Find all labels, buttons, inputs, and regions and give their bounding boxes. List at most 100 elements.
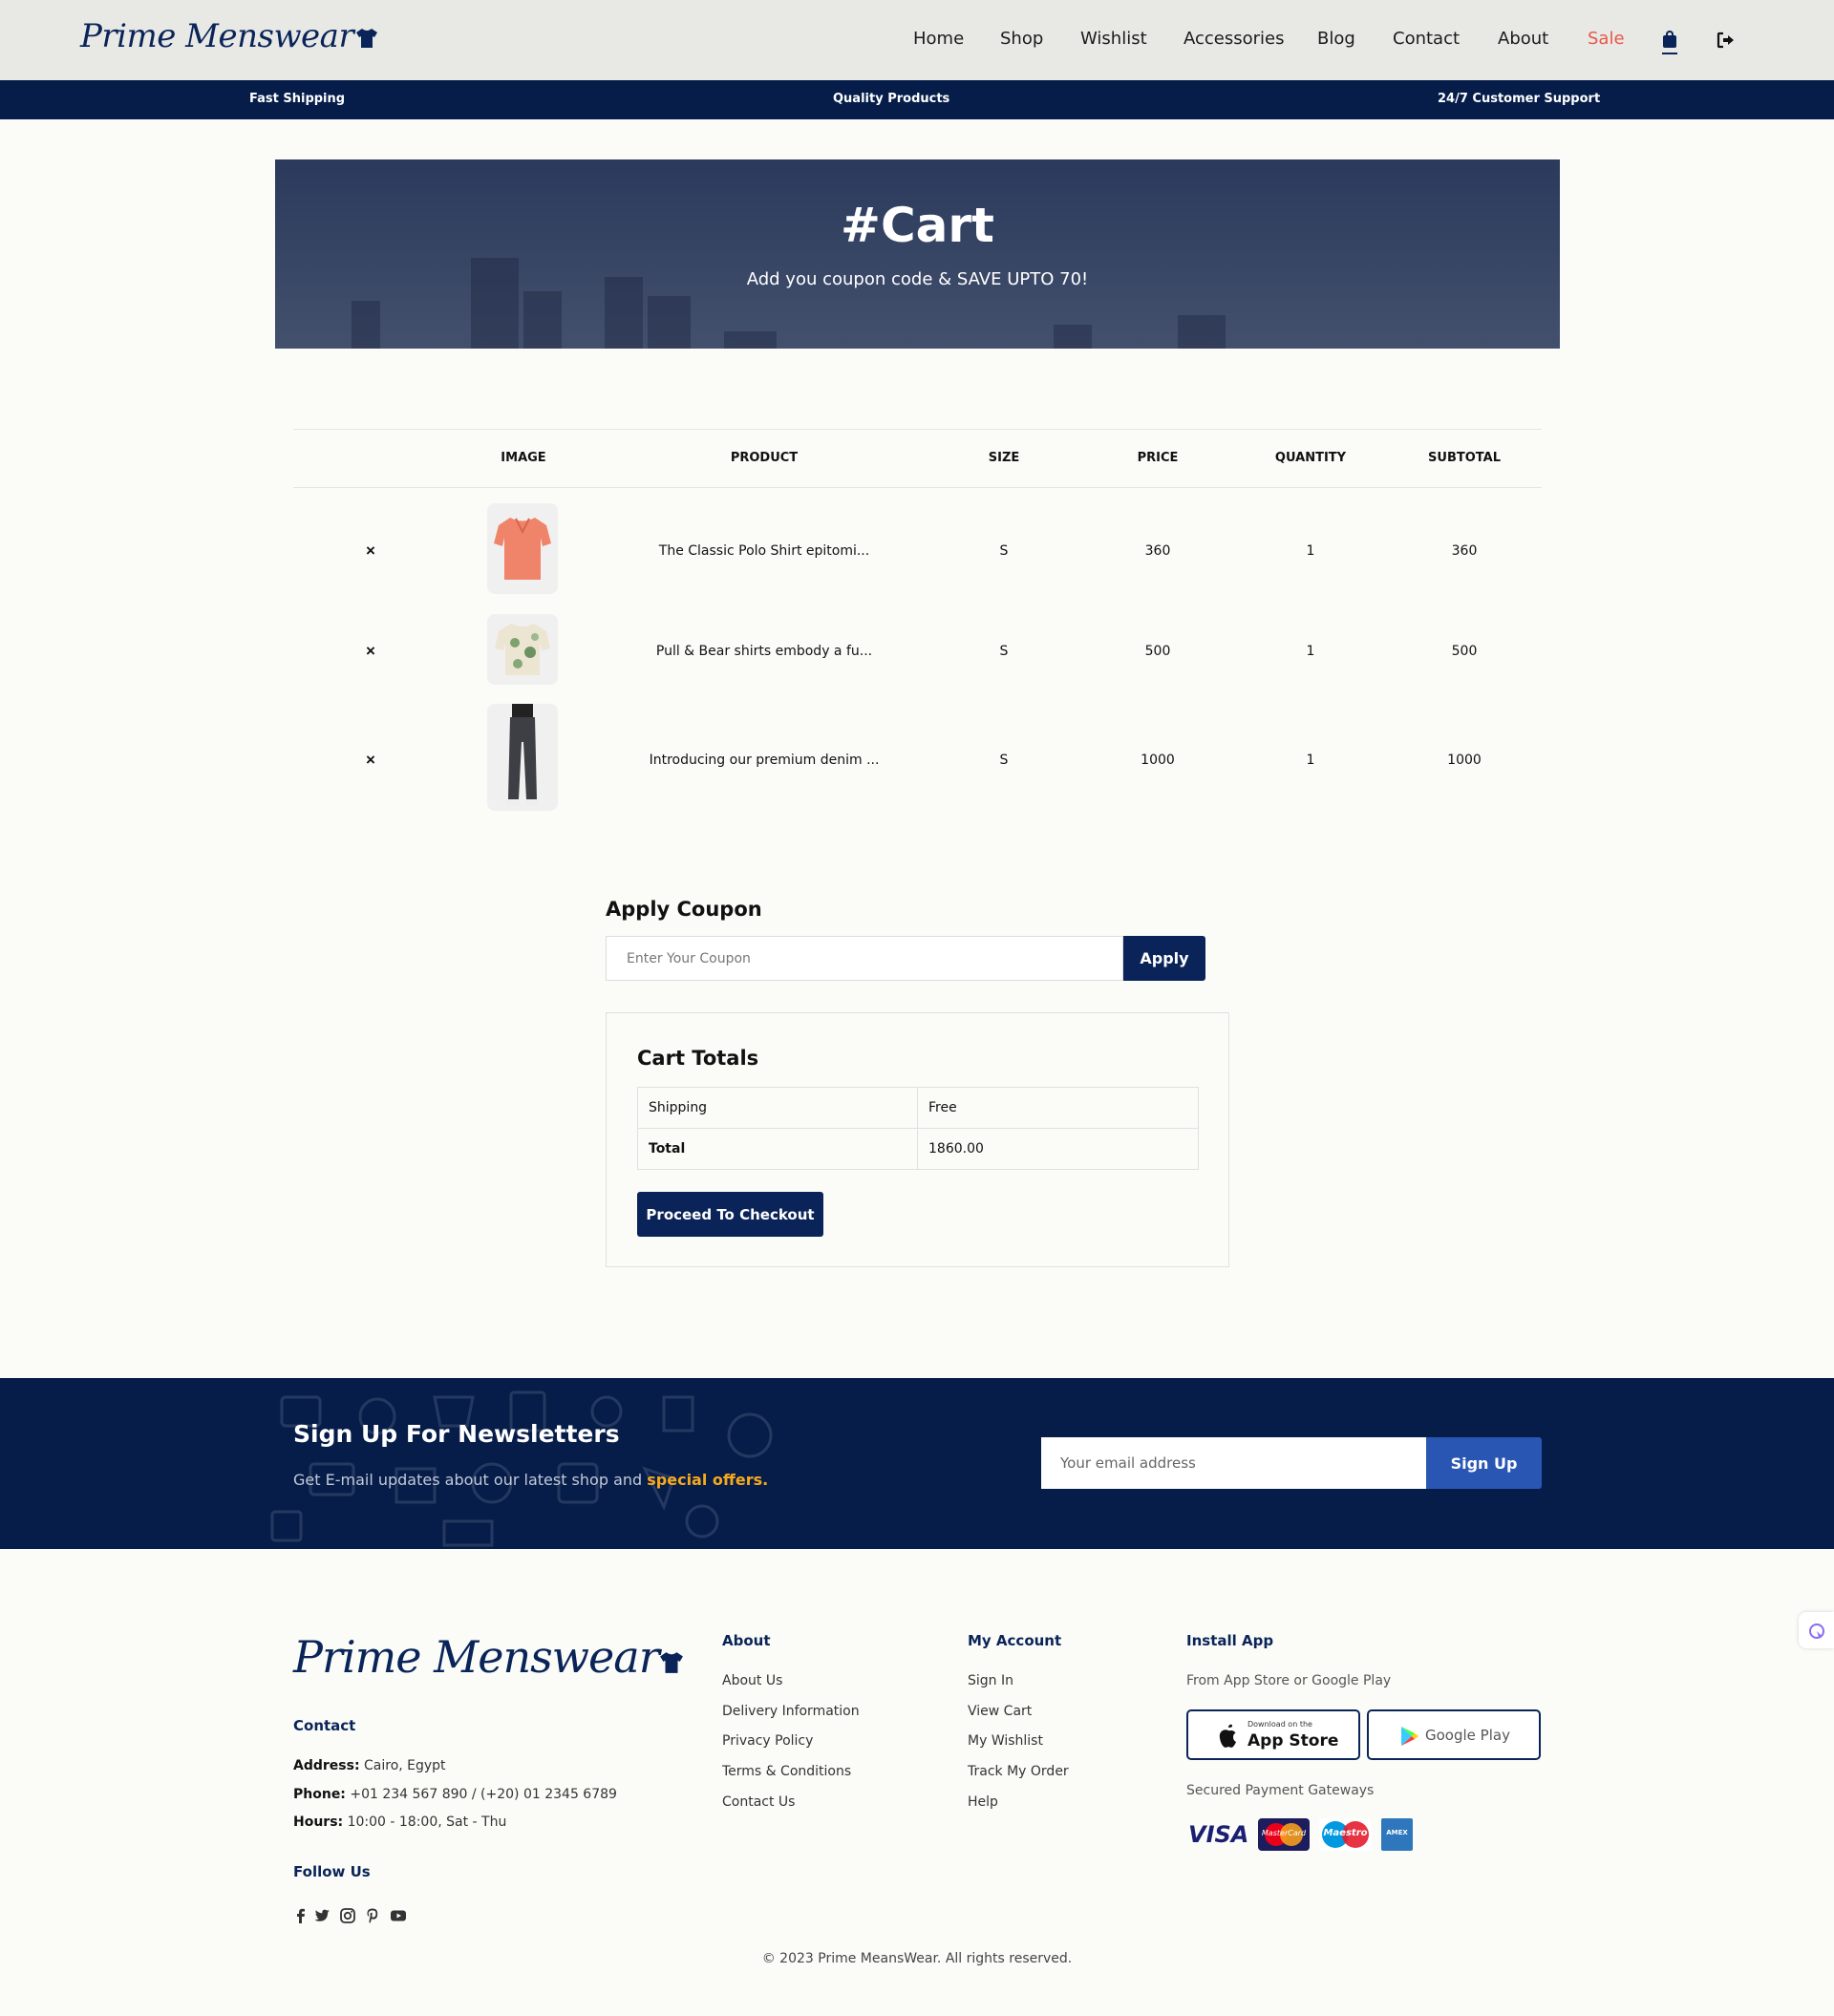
footer-link-delivery[interactable]: Delivery Information <box>722 1704 860 1719</box>
product-quantity: 1 <box>1306 543 1315 559</box>
floating-widget-button[interactable] <box>1799 1612 1834 1648</box>
shopping-bag-icon[interactable] <box>1662 30 1677 54</box>
shipping-label: Shipping <box>637 1087 918 1129</box>
footer-app-text: From App Store or Google Play <box>1186 1673 1392 1688</box>
footer-hours: Hours: 10:00 - 18:00, Sat - Thu <box>293 1814 506 1830</box>
product-thumbnail-jeans[interactable] <box>487 704 558 811</box>
address-value: Cairo, Egypt <box>359 1758 446 1773</box>
product-subtotal: 1000 <box>1447 753 1482 768</box>
column-header-size: SIZE <box>988 451 1020 465</box>
remove-item-button[interactable]: × <box>366 642 375 661</box>
newsletter-section: Sign Up For Newsletters Get E-mail updat… <box>0 1378 1834 1549</box>
total-value: 1860.00 <box>917 1128 1199 1170</box>
logout-icon[interactable] <box>1717 32 1736 49</box>
footer-link-terms[interactable]: Terms & Conditions <box>722 1764 851 1779</box>
copyright-text: © 2023 Prime MeansWear. All rights reser… <box>761 1951 1073 1966</box>
nav-shop[interactable]: Shop <box>1000 29 1043 49</box>
amex-text: AMEX <box>1386 1829 1408 1836</box>
column-header-product: PRODUCT <box>730 451 799 465</box>
polo-shirt-image <box>494 518 551 580</box>
facebook-icon[interactable] <box>291 1906 310 1925</box>
shopping-pattern-background <box>270 1390 773 1547</box>
youtube-icon[interactable] <box>389 1906 408 1925</box>
skyline-building <box>352 301 380 349</box>
nav-blog[interactable]: Blog <box>1317 29 1355 49</box>
totals-table: Shipping Free Total 1860.00 <box>637 1087 1199 1170</box>
apple-icon <box>1219 1724 1236 1748</box>
footer-link-contact[interactable]: Contact Us <box>722 1794 795 1810</box>
nav-about[interactable]: About <box>1498 29 1548 49</box>
nav-contact[interactable]: Contact <box>1393 29 1460 49</box>
skyline-building <box>1054 325 1092 349</box>
product-price: 1000 <box>1141 753 1175 768</box>
twitter-icon[interactable] <box>312 1906 331 1925</box>
apply-coupon-button[interactable]: Apply <box>1123 936 1205 981</box>
footer-link-about-us[interactable]: About Us <box>722 1673 782 1688</box>
column-header-quantity: QUANTITY <box>1274 451 1347 465</box>
total-row: Total 1860.00 <box>637 1128 1199 1170</box>
google-play-label: Google Play <box>1425 1727 1510 1744</box>
footer-link-view-cart[interactable]: View Cart <box>968 1704 1032 1719</box>
footer-link-track-order[interactable]: Track My Order <box>968 1764 1069 1779</box>
nav-sale[interactable]: Sale <box>1588 29 1625 49</box>
denim-jeans-image <box>506 704 539 805</box>
mastercard-logo: MasterCard <box>1258 1818 1310 1851</box>
total-label: Total <box>637 1128 918 1170</box>
feature-quality-products: Quality Products <box>833 92 950 106</box>
product-quantity: 1 <box>1306 753 1315 768</box>
product-thumbnail-polo[interactable] <box>487 503 558 594</box>
product-name[interactable]: Pull & Bear shirts embody a fu... <box>656 644 872 659</box>
page-subtitle: Add you coupon code & SAVE UPTO 70! <box>746 269 1089 289</box>
tshirt-icon <box>659 1652 683 1673</box>
product-subtotal: 500 <box>1451 644 1478 659</box>
amex-logo: AMEX <box>1381 1818 1413 1851</box>
proceed-to-checkout-button[interactable]: Proceed To Checkout <box>637 1192 823 1237</box>
footer-phone: Phone: +01 234 567 890 / (+20) 01 2345 6… <box>293 1787 617 1802</box>
maestro-text: Maestro <box>1323 1828 1368 1838</box>
mastercard-text: MasterCard <box>1261 1829 1307 1837</box>
newsletter-email-input[interactable] <box>1041 1437 1426 1489</box>
newsletter-signup-button[interactable]: Sign Up <box>1426 1437 1542 1489</box>
coupon-title: Apply Coupon <box>606 898 762 921</box>
skyline-building <box>724 331 777 349</box>
column-header-subtotal: SUBTOTAL <box>1428 451 1501 465</box>
product-name[interactable]: Introducing our premium denim ... <box>650 753 880 768</box>
google-play-button[interactable]: Google Play <box>1367 1709 1541 1760</box>
cart-table-header: IMAGE PRODUCT SIZE PRICE QUANTITY SUBTOT… <box>293 429 1542 488</box>
instagram-icon[interactable] <box>338 1906 357 1925</box>
footer-contact-title: Contact <box>293 1717 356 1734</box>
nav-home[interactable]: Home <box>913 29 964 49</box>
skyline-building <box>648 296 691 349</box>
remove-item-button[interactable]: × <box>366 541 375 561</box>
google-play-icon <box>1401 1727 1418 1746</box>
newsletter-title: Sign Up For Newsletters <box>293 1420 620 1448</box>
feature-customer-support: 24/7 Customer Support <box>1438 92 1601 106</box>
nav-wishlist[interactable]: Wishlist <box>1080 29 1147 49</box>
footer-follow-title: Follow Us <box>293 1863 371 1880</box>
footer-link-sign-in[interactable]: Sign In <box>968 1673 1013 1688</box>
footer-logo[interactable]: Prime Menswear <box>293 1631 684 1683</box>
phone-value: +01 234 567 890 / (+20) 01 2345 6789 <box>345 1787 617 1802</box>
footer-address: Address: Cairo, Egypt <box>293 1758 446 1773</box>
site-logo[interactable]: Prime Menswear <box>80 17 378 55</box>
hours-value: 10:00 - 18:00, Sat - Thu <box>343 1814 507 1830</box>
product-name[interactable]: The Classic Polo Shirt epitomi... <box>659 543 869 559</box>
product-size: S <box>999 753 1009 768</box>
footer-link-privacy[interactable]: Privacy Policy <box>722 1733 813 1749</box>
app-store-button[interactable]: Download on the App Store <box>1186 1709 1360 1760</box>
logo-text: Prime Menswear <box>80 17 354 55</box>
widget-icon <box>1809 1623 1824 1639</box>
shipping-row: Shipping Free <box>637 1087 1199 1129</box>
remove-item-button[interactable]: × <box>366 751 375 770</box>
app-store-label: App Store <box>1248 1731 1339 1751</box>
footer-link-help[interactable]: Help <box>968 1794 998 1810</box>
footer-link-wishlist[interactable]: My Wishlist <box>968 1733 1043 1749</box>
coupon-input[interactable] <box>606 936 1123 981</box>
cart-hero-banner: #Cart Add you coupon code & SAVE UPTO 70… <box>275 159 1560 349</box>
skyline-building <box>1178 315 1226 349</box>
tshirt-icon <box>356 29 378 48</box>
nav-accessories[interactable]: Accessories <box>1184 29 1285 49</box>
newsletter-text-main: Get E-mail updates about our latest shop… <box>293 1471 648 1489</box>
pinterest-icon[interactable] <box>363 1906 382 1925</box>
product-thumbnail-shirt[interactable] <box>487 614 558 685</box>
